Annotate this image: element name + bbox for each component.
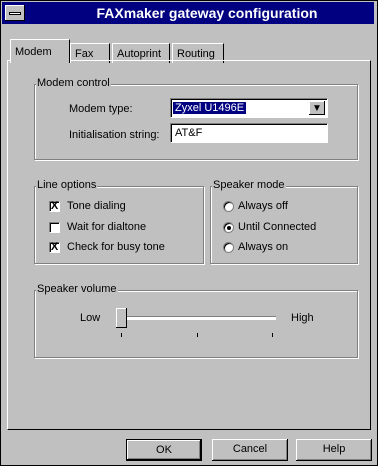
always-off-label[interactable]: Always off: [238, 200, 288, 212]
modem-type-label: Modem type:: [69, 103, 133, 115]
until-connected-label[interactable]: Until Connected: [238, 221, 316, 233]
volume-slider-track[interactable]: [120, 316, 276, 320]
modem-control-group: [34, 84, 358, 160]
ok-button[interactable]: OK: [126, 439, 202, 461]
cancel-button[interactable]: Cancel: [212, 439, 288, 461]
volume-high-label: High: [291, 312, 314, 324]
tab-fax-label: Fax: [75, 48, 94, 60]
tone-dialing-checkbox[interactable]: X: [49, 201, 60, 212]
modem-type-select[interactable]: Zyxel U1496E ▼: [170, 98, 328, 118]
radio-selected-dot: [227, 226, 231, 230]
always-on-radio[interactable]: [223, 242, 234, 253]
slider-tick: [197, 333, 198, 337]
window-title: FAXmaker gateway configuration: [96, 5, 318, 21]
title-bar[interactable]: FAXmaker gateway configuration: [2, 2, 374, 24]
init-string-label: Initialisation string:: [69, 129, 160, 141]
dropdown-arrow-icon[interactable]: ▼: [309, 101, 325, 115]
volume-slider-thumb[interactable]: [116, 308, 127, 328]
help-button[interactable]: Help: [296, 439, 372, 461]
always-off-radio[interactable]: [223, 201, 234, 212]
busy-tone-checkbox[interactable]: X: [49, 242, 60, 253]
tab-routing-label: Routing: [177, 48, 215, 60]
volume-low-label: Low: [80, 312, 101, 324]
until-connected-radio[interactable]: [223, 222, 234, 233]
wait-dialtone-label[interactable]: Wait for dialtone: [67, 221, 146, 233]
speaker-volume-group: [34, 290, 358, 358]
always-on-label[interactable]: Always on: [238, 241, 288, 253]
speaker-volume-legend: Speaker volume: [36, 283, 118, 295]
system-menu-icon: [9, 12, 21, 15]
modem-type-value: Zyxel U1496E: [173, 102, 247, 114]
slider-tick: [121, 333, 122, 337]
modem-control-legend: Modem control: [36, 77, 111, 89]
speaker-mode-legend: Speaker mode: [212, 179, 286, 191]
tab-autoprint-label: Autoprint: [117, 48, 162, 60]
busy-tone-label[interactable]: Check for busy tone: [67, 241, 165, 253]
system-menu-button[interactable]: [5, 5, 25, 21]
tone-dialing-label[interactable]: Tone dialing: [67, 200, 126, 212]
tab-modem-label: Modem: [15, 46, 52, 58]
line-options-legend: Line options: [36, 179, 98, 191]
slider-tick: [272, 333, 273, 337]
tab-join: [11, 59, 69, 62]
init-string-input[interactable]: AT&F: [170, 123, 328, 143]
wait-dialtone-checkbox[interactable]: [49, 222, 60, 233]
